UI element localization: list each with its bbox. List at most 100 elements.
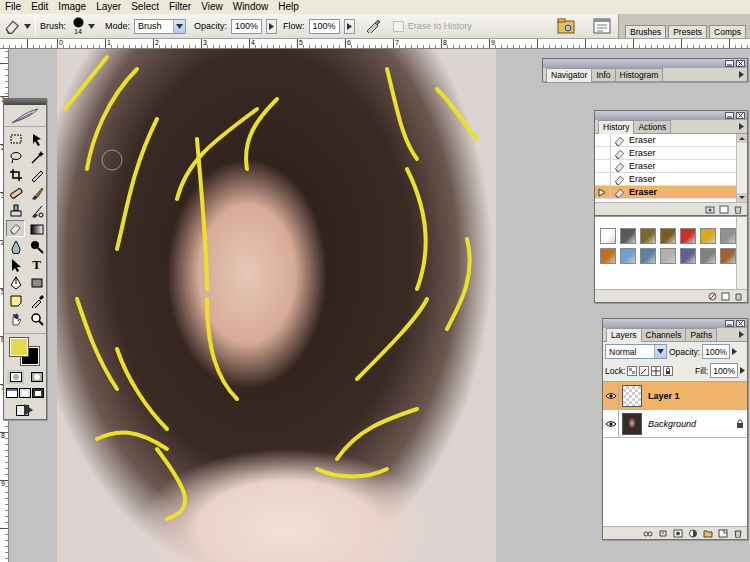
new-style-icon[interactable] [721, 292, 730, 301]
layer-row[interactable]: Layer 1 [603, 382, 747, 410]
minimize-icon[interactable] [725, 60, 734, 67]
tool-button[interactable] [6, 310, 25, 327]
eye-icon[interactable] [605, 392, 617, 400]
dropdown-arrow-icon[interactable] [176, 24, 183, 29]
jump-to-icon[interactable] [16, 403, 34, 417]
tool-button[interactable] [27, 166, 46, 183]
slider-arrow-icon[interactable] [732, 348, 737, 355]
close-icon[interactable] [736, 112, 745, 119]
palette-menu-icon[interactable] [739, 123, 744, 130]
tool-button[interactable] [6, 130, 25, 147]
tool-icon[interactable] [30, 150, 44, 164]
tool-button[interactable] [27, 292, 46, 309]
palette-tab[interactable]: Layers [606, 328, 642, 342]
new-document-icon[interactable] [719, 205, 729, 214]
menu-item[interactable]: Filter [164, 0, 196, 14]
eye-icon[interactable] [605, 420, 617, 428]
tool-button[interactable]: T [27, 256, 46, 273]
style-swatch[interactable] [680, 228, 696, 244]
palette-menu-icon[interactable] [739, 331, 744, 338]
add-mask-icon[interactable] [673, 529, 683, 538]
lock-position-icon[interactable] [651, 366, 661, 376]
minimize-icon[interactable] [725, 112, 734, 119]
tool-button[interactable] [27, 274, 46, 291]
tool-button[interactable] [27, 148, 46, 165]
full-screen-icon[interactable] [32, 388, 44, 398]
link-layers-icon[interactable] [643, 529, 653, 538]
tool-button[interactable] [6, 238, 25, 255]
tool-icon[interactable] [9, 204, 23, 218]
style-swatch[interactable] [640, 228, 656, 244]
palette-menu-button[interactable] [739, 123, 744, 130]
tool-icon[interactable] [9, 186, 23, 200]
palette-tab[interactable]: Paths [685, 328, 717, 341]
airbrush-icon[interactable] [365, 19, 381, 33]
history-state[interactable]: Eraser [595, 147, 736, 160]
delete-layer-icon[interactable] [733, 529, 743, 538]
tool-button[interactable] [27, 238, 46, 255]
style-swatch[interactable] [660, 228, 676, 244]
history-state[interactable]: Eraser [595, 134, 736, 147]
history-scrollbar[interactable] [736, 134, 747, 202]
standard-screen-icon[interactable] [6, 388, 18, 398]
tool-icon[interactable] [9, 294, 23, 308]
jump-to-imageready[interactable] [4, 398, 46, 417]
new-group-icon[interactable] [703, 529, 713, 538]
palette-menu-button[interactable] [739, 71, 744, 78]
clear-style-icon[interactable] [708, 292, 717, 301]
menu-item[interactable]: View [196, 0, 228, 14]
flow-slider-button[interactable] [344, 19, 355, 34]
mode-dropdown[interactable]: Brush [134, 19, 186, 34]
tool-icon[interactable] [30, 240, 44, 254]
style-swatch[interactable] [700, 248, 716, 264]
history-state[interactable]: Eraser [595, 160, 736, 173]
lock-all-icon[interactable] [663, 366, 673, 376]
opacity-field[interactable]: 100% [231, 19, 262, 34]
tool-icon[interactable] [30, 312, 44, 326]
palette-tab[interactable]: History [598, 120, 634, 134]
style-swatch[interactable] [600, 228, 616, 244]
tool-icon[interactable] [9, 258, 23, 272]
tool-icon[interactable] [30, 186, 44, 200]
style-swatch[interactable] [620, 228, 636, 244]
tool-icon[interactable] [9, 222, 23, 236]
tool-icon[interactable] [9, 240, 23, 254]
palette-title-bar[interactable] [603, 319, 747, 328]
lock-transparency-icon[interactable] [627, 366, 637, 376]
tool-icon[interactable] [9, 132, 23, 146]
tool-icon[interactable] [30, 132, 44, 146]
tool-button[interactable] [6, 274, 25, 291]
new-snapshot-icon[interactable] [705, 205, 715, 214]
style-swatch[interactable] [660, 248, 676, 264]
tool-button[interactable] [6, 184, 25, 201]
standard-mode-icon[interactable] [10, 372, 22, 382]
dropdown-arrow-icon[interactable] [657, 349, 664, 354]
history-state[interactable]: Eraser [595, 173, 736, 186]
scroll-down-icon[interactable] [737, 193, 747, 202]
style-swatch[interactable] [600, 248, 616, 264]
palette-menu-icon[interactable] [739, 71, 744, 78]
tool-icon[interactable] [30, 294, 44, 308]
dropdown-arrow-icon[interactable] [24, 24, 31, 29]
trash-icon[interactable] [733, 205, 743, 214]
brush-picker[interactable]: 14 [70, 17, 95, 36]
tool-icon[interactable] [9, 312, 23, 326]
style-swatch[interactable] [680, 248, 696, 264]
menu-item[interactable]: File [0, 0, 26, 14]
fill-field[interactable]: 100% [710, 363, 738, 378]
menu-screen-icon[interactable] [19, 388, 31, 398]
tool-button[interactable] [6, 202, 25, 219]
tool-icon[interactable] [9, 168, 23, 182]
tool-preset-picker[interactable] [4, 18, 31, 34]
scroll-up-icon[interactable] [737, 134, 747, 143]
style-swatch[interactable] [620, 248, 636, 264]
dropdown-arrow-icon[interactable] [88, 24, 95, 29]
palette-well-tab[interactable]: Brushes [625, 25, 666, 38]
airbrush-button[interactable] [363, 17, 383, 35]
palette-tab[interactable]: Histogram [615, 68, 664, 81]
delete-style-icon[interactable] [734, 292, 743, 301]
tool-button[interactable] [27, 184, 46, 201]
slider-arrow-icon[interactable] [269, 23, 274, 30]
tool-button[interactable] [6, 292, 25, 309]
palette-tab[interactable]: Channels [641, 328, 687, 341]
